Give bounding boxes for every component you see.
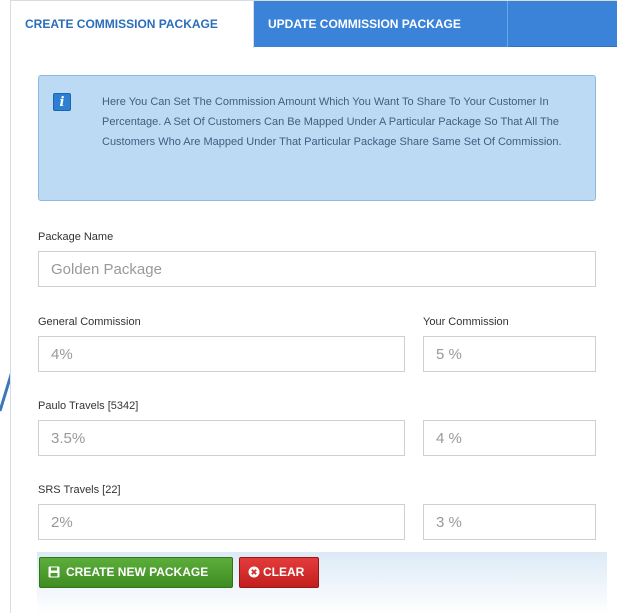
clear-label: CLEAR: [263, 565, 305, 579]
tab-create-commission-package[interactable]: CREATE COMMISSION PACKAGE: [11, 1, 254, 48]
save-icon: [48, 566, 60, 578]
tab-content: i Here You Can Set The Commission Amount…: [11, 48, 617, 613]
customer-label-paulo-travels: Paulo Travels [5342]: [38, 400, 139, 412]
package-name-label: Package Name: [38, 231, 114, 243]
customer-label-srs-travels: SRS Travels [22]: [38, 484, 121, 496]
your-commission-label: Your Commission: [423, 316, 509, 328]
your-commission-input[interactable]: [423, 336, 596, 372]
info-message-box: i Here You Can Set The Commission Amount…: [38, 75, 596, 201]
info-message-text: Here You Can Set The Commission Amount W…: [102, 96, 562, 148]
tab-update-commission-package[interactable]: UPDATE COMMISSION PACKAGE: [254, 1, 508, 47]
info-icon: i: [53, 93, 71, 111]
srs-travels-your-commission-input[interactable]: [423, 504, 596, 540]
tab-bar: CREATE COMMISSION PACKAGE UPDATE COMMISS…: [11, 1, 617, 48]
create-new-package-button[interactable]: CREATE NEW PACKAGE: [39, 557, 233, 588]
srs-travels-general-commission-input[interactable]: [38, 504, 405, 540]
create-new-package-label: CREATE NEW PACKAGE: [66, 565, 209, 579]
package-name-input[interactable]: [38, 251, 596, 287]
form-actions: CREATE NEW PACKAGE CLEAR: [37, 552, 607, 613]
clear-button[interactable]: CLEAR: [239, 557, 319, 588]
paulo-travels-general-commission-input[interactable]: [38, 420, 405, 456]
general-commission-input[interactable]: [38, 336, 405, 372]
commission-package-panel: CREATE COMMISSION PACKAGE UPDATE COMMISS…: [10, 0, 617, 613]
paulo-travels-your-commission-input[interactable]: [423, 420, 596, 456]
general-commission-label: General Commission: [38, 316, 141, 328]
clear-icon: [248, 566, 260, 578]
